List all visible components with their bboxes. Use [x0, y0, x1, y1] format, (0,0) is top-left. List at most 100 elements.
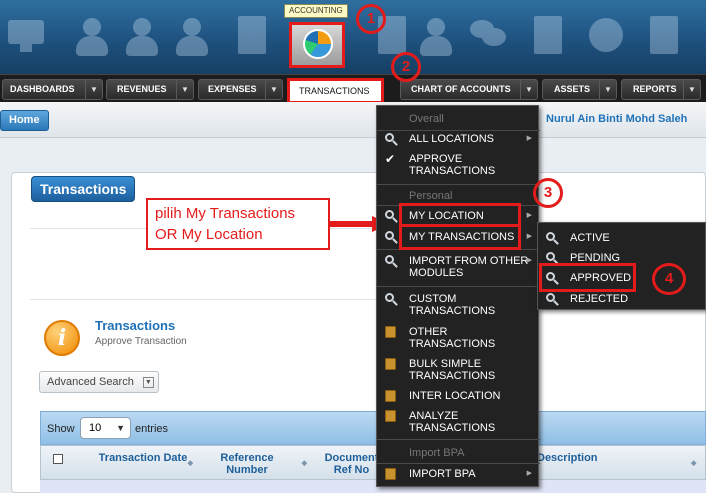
menu-item-approve-transactions[interactable]: ✔ APPROVE TRANSACTIONS: [377, 153, 540, 179]
document-icon: [385, 326, 397, 338]
tab-assets[interactable]: ASSETS ▼: [542, 79, 617, 100]
tab-expenses[interactable]: EXPENSES ▼: [198, 79, 283, 100]
select-all-checkbox[interactable]: [53, 454, 63, 464]
menu-item-label: REJECTED: [570, 293, 629, 305]
accounting-tooltip: ACCOUNTING: [284, 4, 348, 18]
column-document-ref-no[interactable]: Document Ref No: [324, 452, 379, 476]
tab-label: CHART OF ACCOUNTS: [411, 84, 511, 94]
checklist-icon[interactable]: [644, 14, 684, 60]
menu-separator: [377, 130, 540, 131]
transactions-dropdown: Overall ALL LOCATIONS ▶ ✔ APPROVE TRANSACT…: [376, 105, 540, 487]
home-button[interactable]: Home: [0, 110, 49, 131]
search-icon: [385, 231, 397, 243]
column-reference-number[interactable]: Reference Number ◆: [211, 452, 307, 476]
save-icon[interactable]: [528, 14, 568, 60]
column-label: Reference Number: [220, 452, 274, 476]
menu-separator: [377, 463, 540, 464]
panel-title: Transactions: [31, 176, 136, 202]
entries-select[interactable]: 10 ▼: [80, 417, 131, 439]
column-label: Description: [537, 452, 598, 464]
document-icon: [385, 358, 397, 370]
table-row[interactable]: [40, 480, 706, 493]
tab-transactions[interactable]: TRANSACTIONS: [287, 78, 384, 104]
menu-item-label: APPROVE TRANSACTIONS: [409, 153, 496, 177]
tab-label: DASHBOARDS: [10, 84, 75, 94]
chevron-down-icon[interactable]: ▼: [176, 80, 193, 99]
search-icon: [385, 293, 397, 305]
chevron-right-icon: ▶: [526, 212, 532, 219]
chevron-right-icon: ▶: [526, 257, 532, 264]
document-icon: [385, 468, 397, 480]
chevron-down-icon[interactable]: ▼: [265, 80, 282, 99]
chevron-right-icon: ▶: [526, 135, 532, 142]
search-icon: [546, 232, 558, 244]
menu-item-label: CUSTOM TRANSACTIONS: [409, 293, 496, 317]
search-icon: [385, 255, 397, 267]
module-icon-bar: [0, 0, 706, 74]
tab-revenues[interactable]: REVENUES ▼: [106, 79, 194, 100]
accounting-module-button[interactable]: [289, 22, 345, 68]
chevron-down-icon[interactable]: ▼: [85, 80, 102, 99]
tab-label: REPORTS: [633, 84, 677, 94]
step-badge-1: 1: [356, 4, 386, 34]
menu-item-label: ANALYZE TRANSACTIONS: [409, 410, 496, 434]
search-icon: [385, 133, 397, 145]
advanced-search-label: Advanced Search: [47, 376, 134, 388]
chevron-down-icon: ▼: [142, 377, 154, 388]
document-icon: [385, 410, 397, 422]
user-icon[interactable]: [72, 14, 112, 60]
breadcrumb-bar: Home Nurul Ain Binti Mohd Saleh: [0, 102, 706, 138]
menu-item-label: ALL LOCATIONS: [409, 133, 494, 145]
sort-icon: ◆: [301, 460, 307, 467]
column-description[interactable]: Description: [537, 452, 598, 464]
step-badge-2: 2: [391, 52, 421, 82]
column-label: Transaction Date: [98, 452, 188, 464]
chevron-down-icon[interactable]: ▼: [599, 80, 616, 99]
menu-item-label: IMPORT BPA: [409, 468, 476, 480]
page-title: Transactions: [95, 318, 176, 333]
chevron-right-icon: ▶: [526, 470, 532, 477]
chevron-down-icon[interactable]: ▼: [683, 80, 700, 99]
menu-separator: [377, 184, 540, 185]
step-badge-4: 4: [652, 263, 686, 295]
menu-item-label: PENDING: [570, 252, 621, 263]
user-icon[interactable]: [172, 14, 212, 60]
search-icon: [546, 293, 558, 305]
tab-reports[interactable]: REPORTS ▼: [621, 79, 701, 100]
tab-label: TRANSACTIONS: [299, 86, 370, 96]
page-subtitle: Approve Transaction: [95, 336, 187, 347]
submenu-item-pending[interactable]: PENDING: [538, 252, 706, 263]
column-label: Document Ref No: [324, 452, 379, 476]
tab-dashboards[interactable]: DASHBOARDS ▼: [2, 79, 103, 100]
arrow-shaft: [330, 221, 376, 227]
monitor-icon[interactable]: [6, 14, 46, 60]
menu-separator: [377, 286, 540, 287]
menu-item-label: IMPORT FROM OTHER MODULES: [409, 255, 529, 279]
chevron-down-icon: ▼: [116, 423, 125, 433]
chat-icon[interactable]: [468, 14, 508, 60]
table-header: Transaction Date ◆ Reference Number ◆ Docu…: [40, 445, 706, 480]
user-name[interactable]: Nurul Ain Binti Mohd Saleh: [546, 113, 687, 125]
sort-icon: ◆: [691, 460, 697, 467]
tab-chart-of-accounts[interactable]: CHART OF ACCOUNTS ▼: [400, 79, 538, 100]
show-label: Show: [47, 423, 75, 435]
entries-select-value: 10: [89, 422, 102, 434]
search-icon: [546, 252, 558, 263]
sort-icon: ◆: [187, 460, 193, 467]
tab-label: ASSETS: [554, 84, 591, 94]
document-icon: [385, 390, 397, 402]
column-transaction-date[interactable]: Transaction Date ◆: [93, 452, 193, 467]
info-icon[interactable]: [586, 14, 626, 60]
chevron-right-icon: ▶: [526, 233, 532, 240]
advanced-search-button[interactable]: Advanced Search ▼: [39, 371, 159, 393]
chevron-down-icon[interactable]: ▼: [520, 80, 537, 99]
highlight-approved: [539, 263, 636, 292]
instruction-line-1: pilih My Transactions: [155, 205, 296, 222]
highlight-my-transactions: [399, 224, 521, 250]
step-badge-3: 3: [533, 178, 563, 208]
instruction-callout: pilih My Transactions OR My Location: [146, 198, 330, 250]
user-icon[interactable]: [122, 14, 162, 60]
mail-icon[interactable]: [232, 14, 272, 60]
menu-item-label: ACTIVE: [570, 232, 610, 244]
user-icon[interactable]: [416, 14, 456, 60]
